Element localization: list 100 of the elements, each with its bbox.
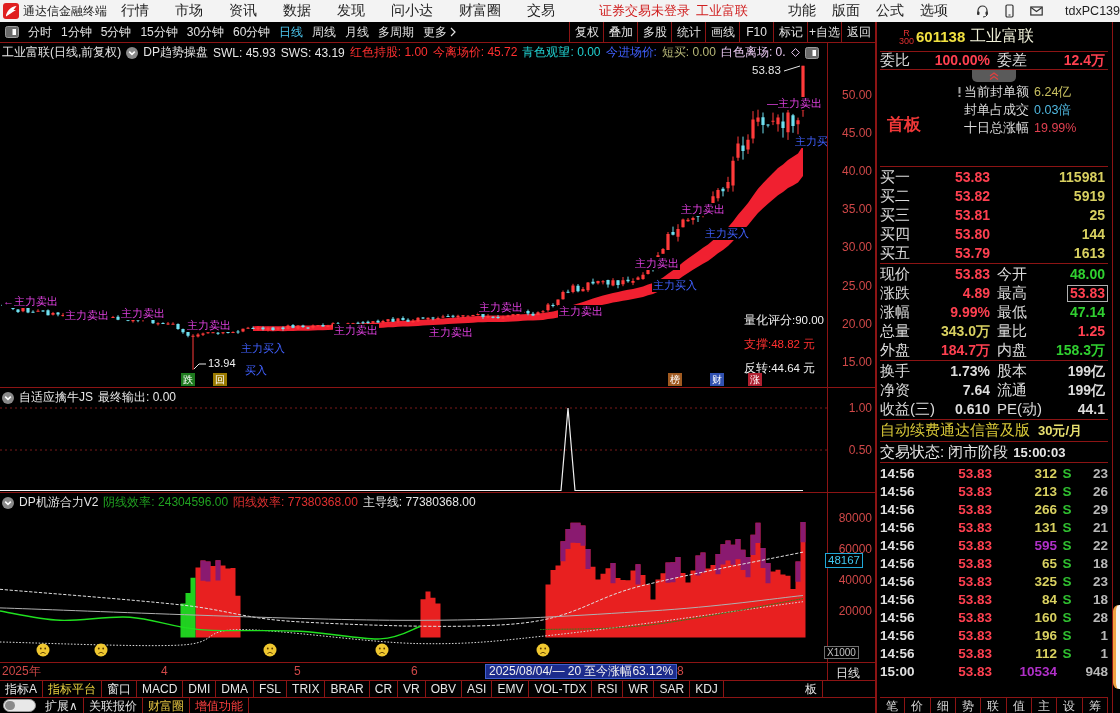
tool-button[interactable]: +自选 [807,22,841,42]
bid-volume: 25 [1088,206,1106,224]
panel-icon[interactable] [804,46,819,59]
detail-tab[interactable]: 值 [1006,698,1032,713]
period-tab[interactable]: 日线 [279,23,304,41]
more-button[interactable]: 更多 [423,23,457,41]
tick-price: 53.83 [958,627,992,643]
axis-label: 0.50 [848,443,872,457]
function-tab[interactable]: 关联报价 [83,698,143,713]
stock-name: 工业富联 [970,26,1035,46]
mail-icon[interactable] [1030,4,1044,18]
menu-item[interactable]: 数据 [283,2,312,20]
detail-tab[interactable]: 筹 [1082,698,1108,713]
detail-tab[interactable]: 价 [905,698,931,713]
detail-tab[interactable]: 势 [956,698,982,713]
bid-price: 53.80 [953,225,991,243]
logo-icon[interactable] [3,3,19,19]
chevron-circle-icon[interactable] [2,391,14,404]
tick-count: 18 [1092,591,1108,607]
period-tab[interactable]: 月线 [345,23,370,41]
period-tab[interactable]: 15分钟 [140,23,178,41]
signal-label: 主力卖出 [333,324,379,337]
period-tab[interactable]: 1分钟 [61,23,92,41]
tick-price: 53.83 [958,591,992,607]
tick-count: 948 [1085,663,1108,679]
menu-item[interactable]: 发现 [337,2,366,20]
tick-side: S [1062,519,1072,535]
tick-price: 53.83 [958,555,992,571]
score-text: 支撑:48.82 元 [744,338,816,352]
quote-value: 9.99% [949,303,991,321]
period-tab[interactable]: 30分钟 [186,23,225,41]
phone-icon[interactable] [1003,4,1017,18]
status-time: 15:00:03 [1013,444,1066,460]
tick-time: 14:56 [880,555,916,571]
promo-text[interactable]: 自动续费通达信普及版 [880,421,1030,440]
menu-item[interactable]: 功能 [788,2,817,20]
detail-tab[interactable]: 主 [1031,698,1058,713]
toggle-switch[interactable] [3,699,36,712]
period-tab[interactable]: 周线 [312,23,337,41]
detail-tab[interactable]: 细 [930,698,956,713]
period-tab[interactable]: 多周期 [378,23,415,41]
menu-item[interactable]: 版面 [832,2,861,20]
quote-label: 涨幅 [880,302,910,322]
event-marker: 跌 [181,373,195,386]
function-tab[interactable]: 财富圈 [142,698,190,713]
quote-label: PE(动) [997,399,1042,419]
menu-item[interactable]: 财富圈 [459,2,502,20]
range-label: 2025/08/04/— 20 至今涨幅63.12% [485,664,678,679]
face-icon [536,643,550,657]
notice-link[interactable]: 证券交易未登录 [599,2,691,20]
period-label: 日线 [836,665,860,680]
menu-item[interactable]: 公式 [876,2,905,20]
chevron-circle-icon[interactable] [2,496,14,509]
signal-label: 主力卖出 [428,326,474,339]
axis-label: 1.00 [848,401,872,415]
period-tab[interactable]: 60分钟 [233,23,271,41]
menu-item[interactable]: 资讯 [229,2,258,20]
period-tab[interactable]: 分时 [28,23,52,41]
bid-volume: 115981 [1058,168,1106,186]
menu-item[interactable]: 交易 [527,2,556,20]
quote-value: 184.7万 [939,341,991,359]
tick-side: S [1062,645,1072,661]
detail-tab[interactable]: 设 [1057,698,1083,713]
menu-item[interactable]: 行情 [121,2,150,20]
info-label: 十日总涨幅 [964,119,1029,137]
tick-time: 14:56 [880,483,916,499]
notice-link[interactable]: 工业富联 [696,2,749,20]
detail-tab[interactable]: 笔 [880,698,906,713]
indicator-readout: 青色观望: 0.00 [522,44,601,61]
floating-widget[interactable] [1113,605,1120,689]
score-text: 反转:44.64 元 [744,362,816,375]
tick-count: 21 [1092,519,1108,535]
chevron-circle-icon[interactable] [126,46,139,59]
axis-label: 15.00 [841,354,872,369]
detail-tab[interactable]: 联 [981,698,1007,713]
date-label: 6 [411,665,418,678]
signal-label: 主力卖出 [186,319,232,332]
tick-volume: 266 [1034,501,1057,517]
leader-line [783,65,801,72]
info-value: 6.24亿 [1034,83,1072,101]
tick-side: S [1062,609,1072,625]
quote-label: 换手 [880,361,910,381]
quote-label: 股本 [997,361,1027,381]
app-title: 通达信金融终端 [23,2,108,20]
tick-volume: 84 [1041,591,1057,607]
menu-item[interactable]: 市场 [175,2,204,20]
exclamation-icon [958,87,961,97]
tick-time: 14:56 [880,501,916,517]
quote-label: 收益(三) [880,399,935,419]
headset-icon[interactable] [976,4,990,18]
collapse-handle[interactable] [972,70,1016,82]
quote-value: 44.1 [1076,400,1106,418]
panel-icon[interactable] [5,26,19,38]
period-tab[interactable]: 5分钟 [100,23,132,41]
indicator-readout: 红色持股: 1.00 [349,44,428,61]
indicator-readout: 阴线效率: 24304596.00 [103,494,229,511]
function-tab[interactable]: 扩展∧ [40,698,84,713]
function-tab[interactable]: 增值功能 [189,698,249,713]
menu-item[interactable]: 问小达 [391,2,434,20]
menu-item[interactable]: 选项 [920,2,949,20]
